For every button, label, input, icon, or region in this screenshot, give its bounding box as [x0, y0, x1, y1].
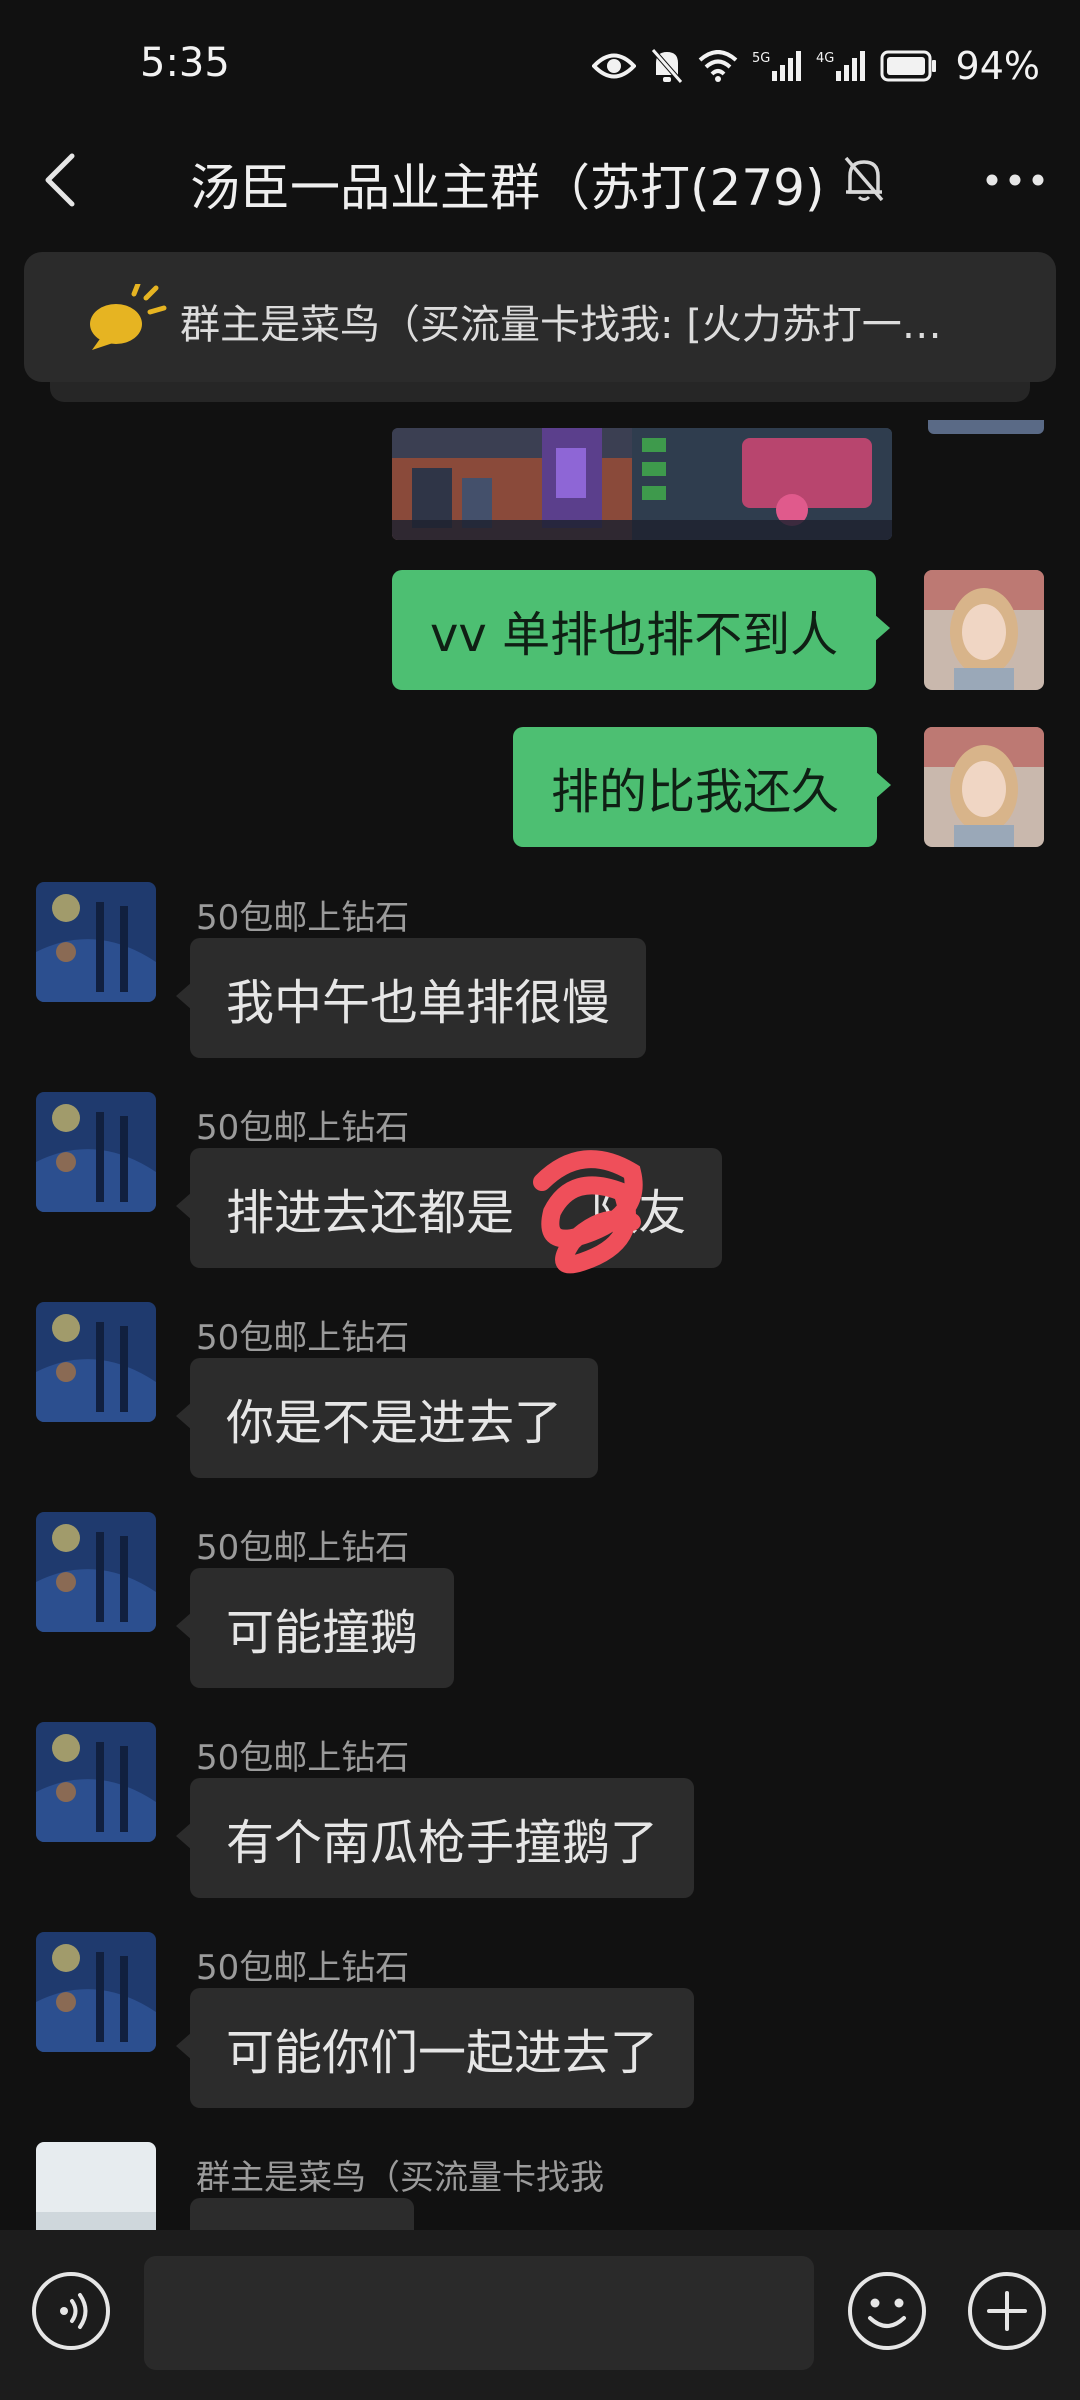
network-4g-label: 4G	[816, 51, 834, 66]
my-avatar[interactable]	[924, 727, 1044, 847]
message-bubble-outgoing[interactable]: 排的比我还久	[513, 727, 892, 847]
back-arrow-icon	[45, 153, 75, 207]
sender-avatar[interactable]	[36, 882, 156, 1002]
status-icons: 5G 4G 94%	[591, 44, 1040, 88]
battery-percent: 94%	[955, 44, 1040, 88]
more-options-button[interactable]	[980, 150, 1050, 210]
sender-avatar[interactable]	[36, 1722, 156, 1842]
back-button[interactable]	[30, 150, 90, 210]
my-avatar[interactable]	[924, 570, 1044, 690]
sender-name: 50包邮上钻石	[196, 1948, 410, 1988]
sender-avatar[interactable]	[36, 1092, 156, 1212]
wifi-icon	[698, 50, 737, 82]
signal-4g-icon: 4G	[816, 51, 865, 81]
sender-avatar[interactable]	[36, 1302, 156, 1422]
image-edge-fragment	[928, 420, 1044, 434]
sender-avatar[interactable]	[36, 1932, 156, 2052]
message-bubble-incoming[interactable]: 你是不是进去了	[175, 1358, 599, 1478]
more-functions-button[interactable]	[966, 2270, 1048, 2352]
sender-name: 50包邮上钻石	[196, 1108, 410, 1148]
message-bubble-incoming[interactable]	[190, 2198, 414, 2230]
message-bubble-outgoing[interactable]: vv 单排也排不到人	[392, 570, 891, 690]
network-5g-label: 5G	[752, 51, 770, 66]
message-bubble-incoming[interactable]: 可能你们一起进去了	[175, 1988, 695, 2108]
sender-name: 50包邮上钻石	[196, 1528, 410, 1568]
message-input[interactable]	[144, 2256, 814, 2370]
voice-icon	[32, 2272, 110, 2350]
eye-icon	[591, 53, 636, 79]
emoji-icon	[848, 2272, 926, 2350]
sender-avatar[interactable]	[36, 2142, 156, 2230]
bell-off-icon	[650, 48, 683, 84]
message-list[interactable]: vv 单排也排不到人 排的比我还久 50包邮上钻石 我中午也单排很慢 50包邮上…	[0, 420, 1080, 2230]
group-announcement[interactable]: 群主是菜鸟（买流量卡找我: [火力苏打一…	[24, 252, 1056, 382]
sender-avatar[interactable]	[36, 1512, 156, 1632]
megaphone-icon	[90, 284, 167, 350]
sender-name: 50包邮上钻石	[196, 898, 410, 938]
message-bubble-incoming[interactable]: 我中午也单排很慢	[175, 938, 647, 1058]
game-screenshot-image[interactable]	[392, 428, 892, 540]
status-time: 5:35	[140, 40, 230, 86]
chat-header: 汤臣一品业主群（苏打(279)	[0, 130, 1080, 230]
voice-button[interactable]	[30, 2270, 112, 2352]
signal-5g-icon: 5G	[752, 51, 801, 81]
redaction-scribble	[533, 1150, 643, 1274]
input-bar	[0, 2230, 1080, 2400]
sender-name: 50包邮上钻石	[196, 1738, 410, 1778]
sender-name: 50包邮上钻石	[196, 1318, 410, 1358]
announcement-text: 群主是菜鸟（买流量卡找我: [火力苏打一…	[180, 302, 942, 348]
battery-icon	[880, 50, 936, 82]
plus-icon	[968, 2272, 1046, 2350]
message-bubble-incoming[interactable]: 有个南瓜枪手撞鹅了	[175, 1778, 695, 1898]
message-bubble-incoming[interactable]: 可能撞鹅	[175, 1568, 455, 1688]
status-bar: 5:35 5G 4G 94%	[0, 0, 1080, 130]
mute-bell-icon	[844, 156, 884, 202]
sender-name: 群主是菜鸟（买流量卡找我	[196, 2158, 604, 2198]
chat-title: 汤臣一品业主群（苏打(279)	[190, 159, 825, 217]
emoji-button[interactable]	[846, 2270, 928, 2352]
more-dots-icon	[986, 174, 1044, 186]
